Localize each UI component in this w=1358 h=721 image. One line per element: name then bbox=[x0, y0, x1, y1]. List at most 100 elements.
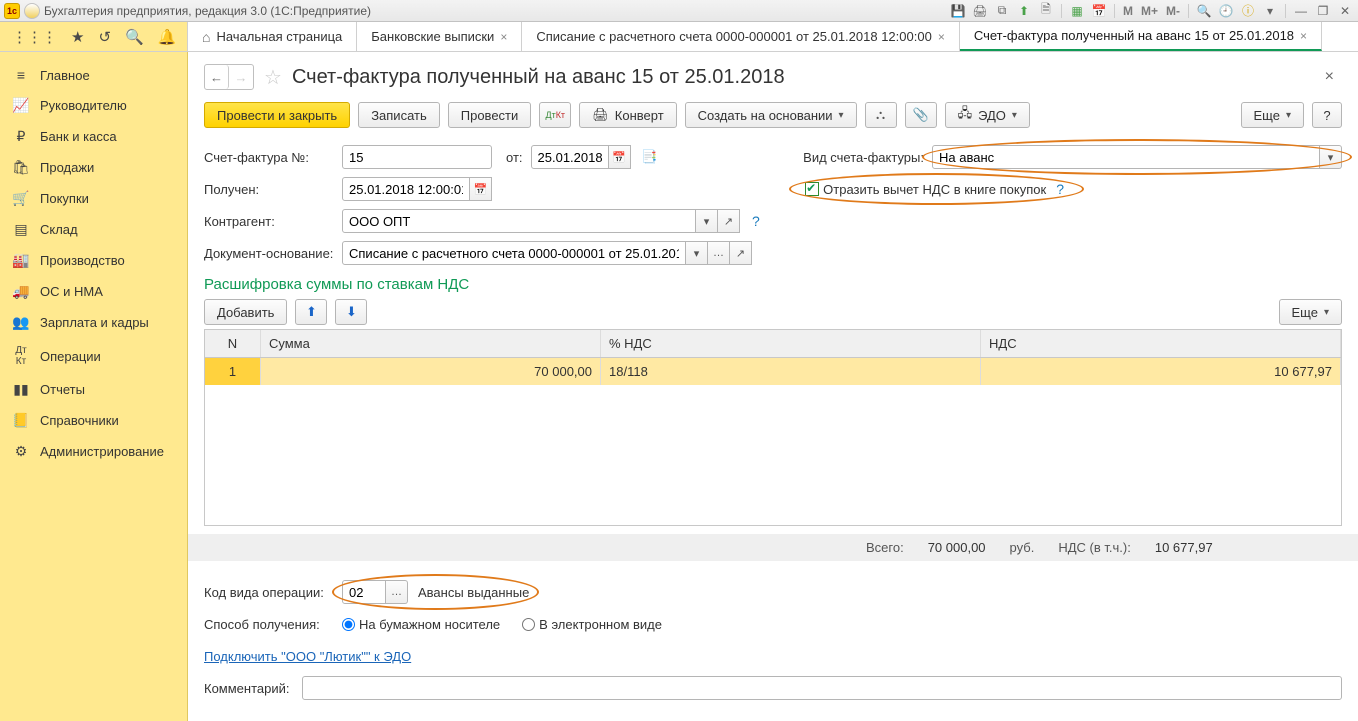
radio-label: В электронном виде bbox=[539, 617, 662, 632]
print-icon[interactable]: 🖨 bbox=[971, 2, 989, 20]
nav-stock[interactable]: ▤Склад bbox=[0, 214, 187, 245]
calc-icon[interactable]: ▦ bbox=[1068, 2, 1086, 20]
tab-close-icon[interactable]: × bbox=[1300, 29, 1307, 43]
move-down-button[interactable]: ⬇ bbox=[335, 299, 367, 325]
recv-method-label: Способ получения: bbox=[204, 617, 334, 632]
memory-mplus[interactable]: M+ bbox=[1139, 4, 1160, 18]
op-code-input[interactable] bbox=[342, 580, 386, 604]
dropdown-icon[interactable]: ▾ bbox=[1320, 145, 1342, 169]
recv-electronic-radio[interactable]: В электронном виде bbox=[522, 617, 662, 632]
tab-close-icon[interactable]: × bbox=[938, 30, 945, 44]
open-ref-icon[interactable]: ↗ bbox=[730, 241, 752, 265]
excel-icon[interactable]: ⬆ bbox=[1015, 2, 1033, 20]
nav-reports[interactable]: ▮▮Отчеты bbox=[0, 374, 187, 405]
copy-icon[interactable]: ⧉ bbox=[993, 2, 1011, 20]
tab-close-icon[interactable]: × bbox=[500, 30, 507, 44]
save-button[interactable]: Записать bbox=[358, 102, 440, 128]
recv-paper-radio[interactable]: На бумажном носителе bbox=[342, 617, 500, 632]
nav-prod[interactable]: 🏭Производство bbox=[0, 245, 187, 276]
apps-icon[interactable]: ⋮⋮⋮ bbox=[12, 28, 57, 46]
calendar-icon[interactable]: 📅 bbox=[1090, 2, 1108, 20]
nav-label: Склад bbox=[40, 222, 78, 237]
nav-os[interactable]: 🚚ОС и НМА bbox=[0, 276, 187, 307]
search-icon[interactable]: 🔍 bbox=[125, 28, 144, 46]
nav-forward[interactable]: → bbox=[229, 65, 253, 89]
totals-nds: 10 677,97 bbox=[1155, 540, 1213, 555]
nav-ops[interactable]: ДтКтОперации bbox=[0, 338, 187, 374]
nav-label: Продажи bbox=[40, 160, 94, 175]
grid-row[interactable]: 1 70 000,00 18/118 10 677,97 bbox=[205, 358, 1341, 385]
save-icon[interactable]: 💾 bbox=[949, 2, 967, 20]
show-doc-icon[interactable]: 📑 bbox=[639, 144, 661, 170]
minimize-icon[interactable]: — bbox=[1292, 2, 1310, 20]
connect-edo-link[interactable]: Подключить "ООО "Лютик"" к ЭДО bbox=[204, 649, 411, 664]
pick-icon[interactable]: … bbox=[708, 241, 730, 265]
nav-refs[interactable]: 📒Справочники bbox=[0, 405, 187, 436]
dropdown-icon[interactable]: ▾ bbox=[696, 209, 718, 233]
structure-button[interactable]: ⛬ bbox=[865, 102, 897, 128]
nav-salary[interactable]: 👥Зарплата и кадры bbox=[0, 307, 187, 338]
nav-main[interactable]: ≡Главное bbox=[0, 60, 187, 90]
convert-button[interactable]: 🖨Конверт bbox=[579, 102, 676, 128]
edo-button[interactable]: 🖧ЭДО▾ bbox=[945, 102, 1030, 128]
bell-icon[interactable]: 🔔 bbox=[158, 28, 177, 46]
pick-icon[interactable]: … bbox=[386, 580, 408, 604]
nav-admin[interactable]: ⚙Администрирование bbox=[0, 436, 187, 467]
sf-date-input[interactable] bbox=[531, 145, 609, 169]
history-icon[interactable]: ↺ bbox=[98, 28, 111, 46]
move-up-button[interactable]: ⬆ bbox=[295, 299, 327, 325]
btn-label: Еще bbox=[1254, 108, 1280, 123]
compare-icon[interactable]: 🗎 bbox=[1037, 2, 1055, 20]
counterparty-input[interactable] bbox=[342, 209, 696, 233]
sf-number-input[interactable] bbox=[342, 145, 492, 169]
tab-writeoff[interactable]: Списание с расчетного счета 0000-000001 … bbox=[522, 22, 959, 51]
zoom-icon[interactable]: 🔍 bbox=[1195, 2, 1213, 20]
nav-purchases[interactable]: 🛒Покупки bbox=[0, 183, 187, 214]
maximize-icon[interactable]: ❐ bbox=[1314, 2, 1332, 20]
nav-back[interactable]: ← bbox=[205, 65, 229, 89]
app-menu-dropdown[interactable] bbox=[24, 3, 40, 19]
help-button[interactable]: ? bbox=[1312, 102, 1342, 128]
comment-input[interactable] bbox=[302, 676, 1342, 700]
page-close-icon[interactable]: × bbox=[1317, 68, 1342, 86]
reflect-vat-help[interactable]: ? bbox=[1052, 181, 1068, 197]
col-sum[interactable]: Сумма bbox=[261, 330, 601, 357]
close-window-icon[interactable]: ✕ bbox=[1336, 2, 1354, 20]
memory-mminus[interactable]: M- bbox=[1164, 4, 1182, 18]
sf-type-select[interactable] bbox=[932, 145, 1320, 169]
clock-icon[interactable]: 🕘 bbox=[1217, 2, 1235, 20]
create-based-button[interactable]: Создать на основании▾ bbox=[685, 102, 857, 128]
favorite-icon[interactable]: ★ bbox=[71, 28, 84, 46]
nav-sales[interactable]: 🛍Продажи bbox=[0, 152, 187, 183]
tab-bank-statements[interactable]: Банковские выписки× bbox=[357, 22, 522, 51]
dropdown-icon[interactable]: ▾ bbox=[686, 241, 708, 265]
received-input[interactable] bbox=[342, 177, 470, 201]
more-button[interactable]: Еще▾ bbox=[1241, 102, 1304, 128]
col-vat[interactable]: % НДС bbox=[601, 330, 981, 357]
tab-invoice[interactable]: Счет-фактура полученный на аванс 15 от 2… bbox=[960, 22, 1322, 51]
memory-m[interactable]: M bbox=[1121, 4, 1135, 18]
attach-button[interactable]: 📎 bbox=[905, 102, 937, 128]
nav-label: Справочники bbox=[40, 413, 119, 428]
col-nds[interactable]: НДС bbox=[981, 330, 1341, 357]
tab-home[interactable]: ⌂Начальная страница bbox=[188, 22, 357, 51]
info-dropdown-icon[interactable]: ▾ bbox=[1261, 2, 1279, 20]
dtkt-button[interactable]: ДтКт bbox=[539, 102, 571, 128]
btn-label: ЭДО bbox=[978, 108, 1006, 123]
col-n[interactable]: N bbox=[205, 330, 261, 357]
nav-manager[interactable]: 📈Руководителю bbox=[0, 90, 187, 121]
counterparty-help[interactable]: ? bbox=[748, 213, 764, 229]
base-doc-input[interactable] bbox=[342, 241, 686, 265]
post-and-close-button[interactable]: Провести и закрыть bbox=[204, 102, 350, 128]
grid-more-button[interactable]: Еще▾ bbox=[1279, 299, 1342, 325]
calendar-picker-icon[interactable]: 📅 bbox=[609, 145, 631, 169]
rub-icon: ₽ bbox=[12, 128, 30, 145]
favorite-star-icon[interactable]: ☆ bbox=[264, 65, 282, 90]
reflect-vat-checkbox[interactable] bbox=[805, 182, 819, 196]
info-icon[interactable]: ⓘ bbox=[1239, 2, 1257, 20]
add-row-button[interactable]: Добавить bbox=[204, 299, 287, 325]
nav-bank[interactable]: ₽Банк и касса bbox=[0, 121, 187, 152]
open-ref-icon[interactable]: ↗ bbox=[718, 209, 740, 233]
calendar-picker-icon[interactable]: 📅 bbox=[470, 177, 492, 201]
post-button[interactable]: Провести bbox=[448, 102, 532, 128]
